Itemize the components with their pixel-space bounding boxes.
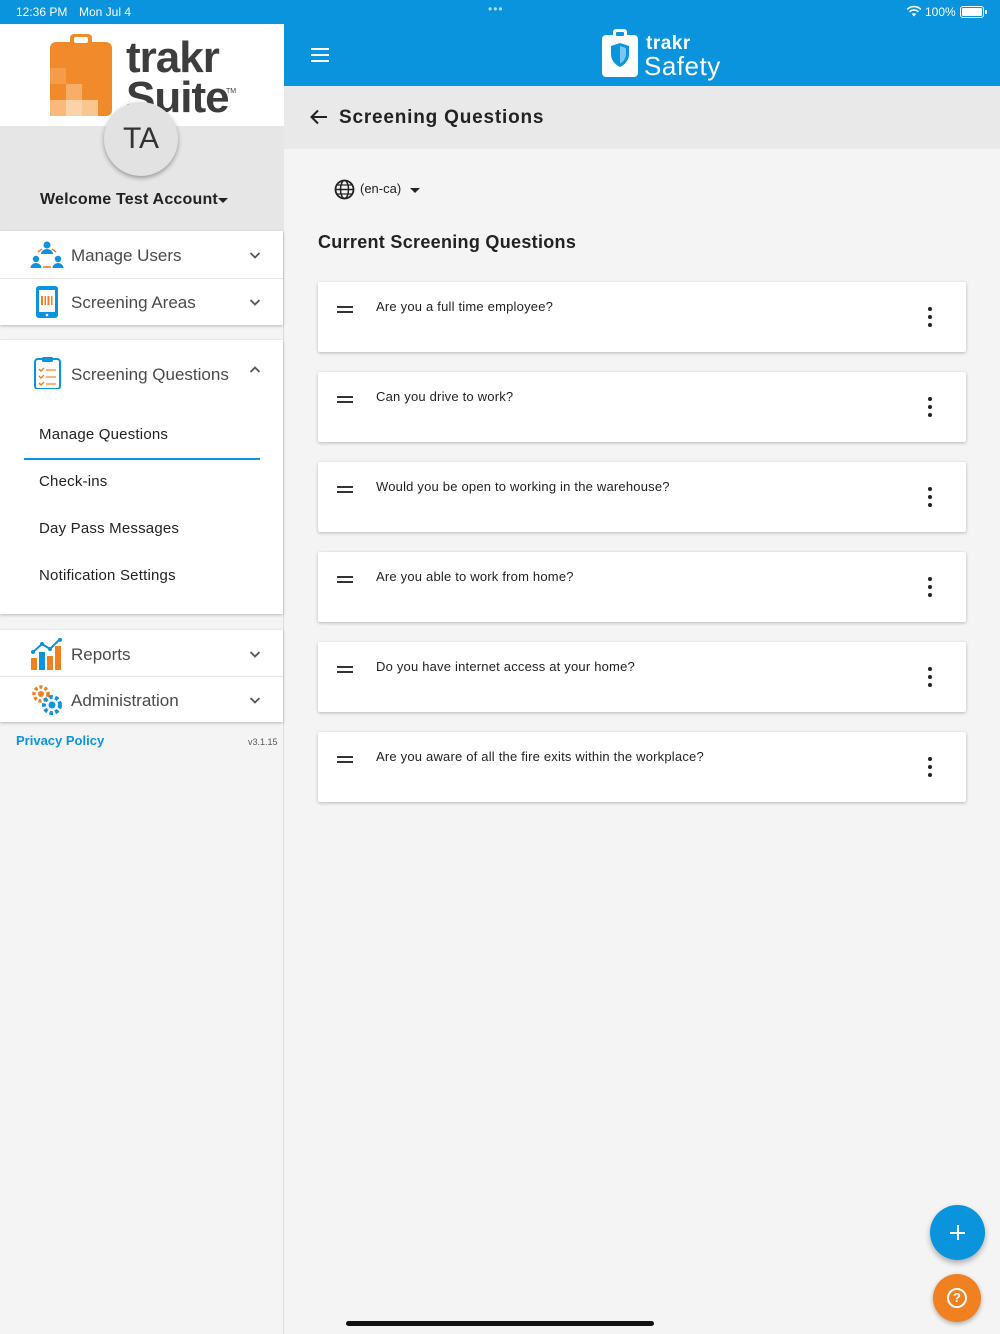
users-network-icon — [30, 241, 64, 268]
drag-handle-icon[interactable] — [337, 486, 353, 494]
question-text: Are you able to work from home? — [376, 569, 574, 584]
hamburger-icon[interactable] — [311, 48, 329, 62]
more-vertical-icon[interactable] — [926, 577, 934, 597]
chevron-down-icon[interactable] — [249, 249, 261, 261]
sidebar: trakr Suite TM TA Welcome Test Account M… — [0, 24, 284, 1334]
trakr-safety-logo-icon — [602, 29, 638, 77]
sub-item-manage-questions[interactable]: Manage Questions — [39, 426, 168, 443]
help-icon: ? — [947, 1288, 967, 1308]
welcome-account-label[interactable]: Welcome Test Account — [40, 191, 218, 209]
chevron-down-icon[interactable] — [249, 296, 261, 308]
nav-item-screening-questions[interactable]: Screening Questions — [0, 350, 283, 396]
question-card[interactable]: Are you able to work from home? — [318, 552, 966, 622]
more-vertical-icon[interactable] — [926, 307, 934, 327]
nav-label-reports: Reports — [71, 645, 131, 664]
question-text: Can you drive to work? — [376, 389, 514, 404]
battery-icon — [960, 6, 987, 18]
app-version: v3.1.15 — [248, 737, 278, 747]
add-question-button[interactable] — [930, 1205, 985, 1260]
drag-handle-icon[interactable] — [337, 306, 353, 314]
question-card[interactable]: Are you a full time employee? — [318, 282, 966, 352]
status-date: Mon Jul 4 — [79, 5, 132, 19]
question-text: Would you be open to working in the ware… — [376, 479, 670, 494]
nav-item-reports[interactable]: Reports — [0, 631, 283, 677]
status-time: 12:36 PM — [16, 5, 68, 19]
question-text: Do you have internet access at your home… — [376, 659, 635, 674]
question-text: Are you a full time employee? — [376, 299, 554, 314]
nav-label-screening-areas: Screening Areas — [71, 293, 196, 312]
status-bar: 12:36 PM Mon Jul 4 ••• 100% — [0, 0, 1000, 24]
question-card[interactable]: Can you drive to work? — [318, 372, 966, 442]
clipboard-checklist-icon — [34, 357, 61, 389]
nav-card-users: Manage Users Screening Areas — [0, 231, 283, 325]
tablet-barcode-icon — [36, 286, 58, 318]
help-button[interactable]: ? — [933, 1274, 981, 1322]
nav-card-screening-questions: Screening Questions Manage Questions Che… — [0, 340, 283, 614]
chevron-up-icon[interactable] — [249, 364, 261, 376]
drag-handle-icon[interactable] — [337, 576, 353, 584]
chevron-down-icon[interactable] — [249, 648, 261, 660]
question-text: Are you aware of all the fire exits with… — [376, 749, 704, 764]
drag-handle-icon[interactable] — [337, 396, 353, 404]
bar-chart-icon — [31, 638, 62, 670]
chevron-down-icon[interactable] — [249, 694, 261, 706]
sub-item-day-pass-messages[interactable]: Day Pass Messages — [39, 520, 179, 537]
battery-percent: 100% — [925, 5, 956, 19]
home-indicator[interactable] — [346, 1321, 654, 1326]
question-card[interactable]: Are you aware of all the fire exits with… — [318, 732, 966, 802]
question-card[interactable]: Do you have internet access at your home… — [318, 642, 966, 712]
more-vertical-icon[interactable] — [926, 667, 934, 687]
privacy-policy-link[interactable]: Privacy Policy — [16, 733, 104, 748]
multitasking-dots-icon[interactable]: ••• — [488, 2, 504, 16]
page-title: Screening Questions — [339, 107, 545, 128]
nav-label-screening-questions: Screening Questions — [71, 365, 229, 384]
gears-icon — [32, 685, 62, 715]
nav-item-manage-users[interactable]: Manage Users — [0, 232, 283, 278]
question-card[interactable]: Would you be open to working in the ware… — [318, 462, 966, 532]
more-vertical-icon[interactable] — [926, 397, 934, 417]
nav-card-reports: Reports Administration — [0, 630, 283, 722]
nav-label-administration: Administration — [71, 691, 179, 710]
nav-label-manage-users: Manage Users — [71, 246, 182, 265]
avatar[interactable]: TA — [104, 102, 178, 176]
account-dropdown-caret-icon[interactable] — [218, 198, 228, 203]
page-titlebar: Screening Questions — [284, 86, 1000, 149]
wifi-icon — [906, 5, 922, 17]
more-vertical-icon[interactable] — [926, 757, 934, 777]
arrow-back-icon[interactable] — [310, 109, 328, 125]
trakr-suite-logo-icon — [50, 34, 112, 116]
section-title: Current Screening Questions — [318, 232, 577, 252]
drag-handle-icon[interactable] — [337, 666, 353, 674]
app-header: trakr Safety — [284, 24, 1000, 86]
nav-item-administration[interactable]: Administration — [0, 677, 283, 723]
sub-item-notification-settings[interactable]: Notification Settings — [39, 567, 176, 584]
brand-name-large: Safety — [644, 51, 721, 81]
globe-icon — [334, 179, 355, 200]
logo-trademark: TM — [226, 88, 237, 95]
nav-item-screening-areas[interactable]: Screening Areas — [0, 279, 283, 325]
language-value: (en-ca) — [360, 181, 402, 196]
drag-handle-icon[interactable] — [337, 756, 353, 764]
more-vertical-icon[interactable] — [926, 487, 934, 507]
dropdown-caret-icon — [410, 188, 420, 193]
sub-item-check-ins[interactable]: Check-ins — [39, 473, 108, 490]
active-sub-item-indicator — [24, 458, 260, 460]
